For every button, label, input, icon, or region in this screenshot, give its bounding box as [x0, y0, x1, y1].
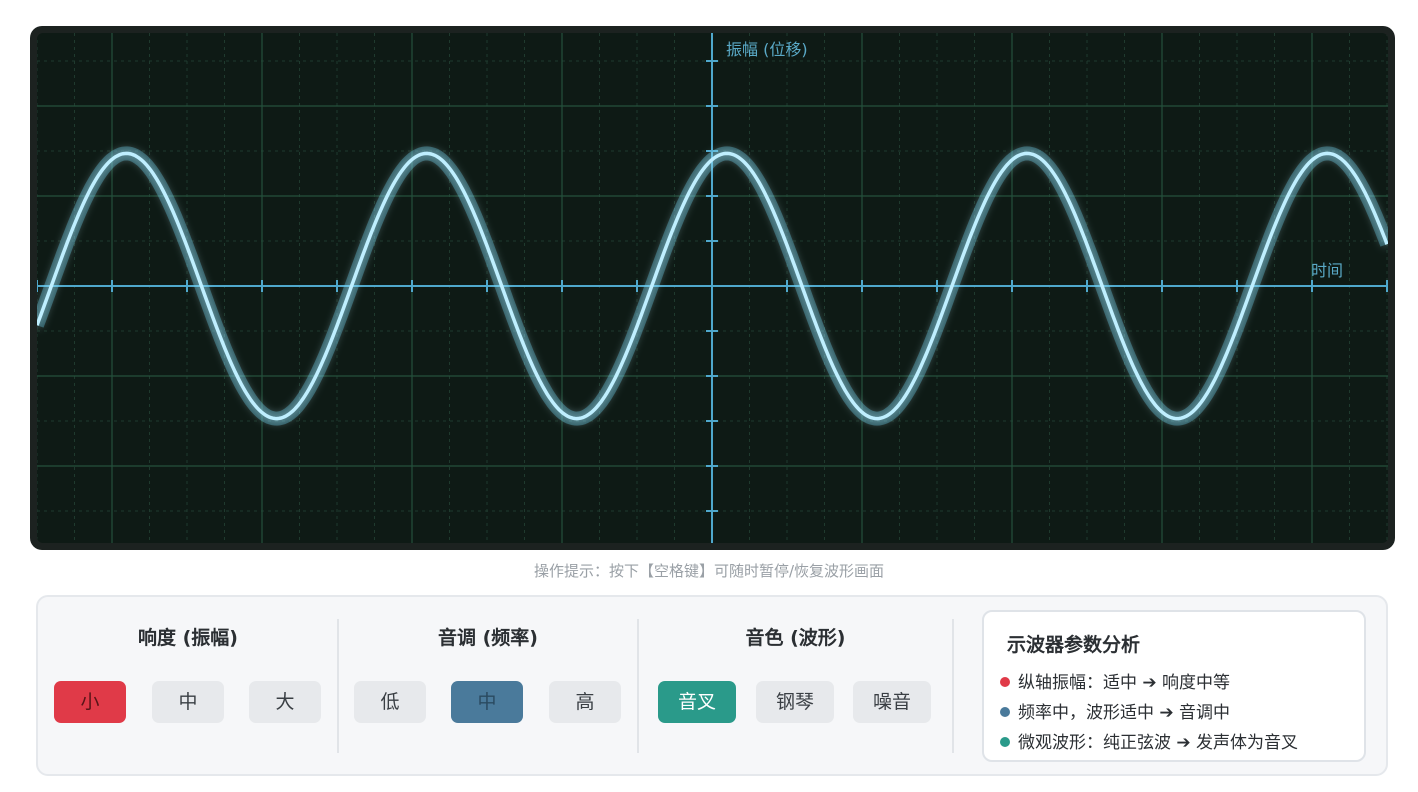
waveform-display — [37, 33, 1388, 543]
status-dot — [1000, 737, 1010, 747]
analysis-card: 示波器参数分析 纵轴振幅：适中 ➔ 响度中等 频率中，波形适中 ➔ 音调中 微观… — [982, 610, 1366, 762]
pitch-medium-button[interactable]: 中 — [451, 681, 523, 723]
analysis-title: 示波器参数分析 — [1007, 634, 1141, 656]
timbre-tuning-fork-button[interactable]: 音叉 — [658, 681, 736, 723]
pitch-group: 音调 (频率) 低 中 高 — [338, 597, 638, 774]
timbre-noise-button[interactable]: 噪音 — [853, 681, 931, 723]
divider — [952, 619, 954, 753]
analysis-item-amplitude: 纵轴振幅：适中 ➔ 响度中等 — [1000, 668, 1230, 693]
loudness-small-button[interactable]: 小 — [54, 681, 126, 723]
operation-hint: 操作提示：按下【空格键】可随时暂停/恢复波形画面 — [533, 562, 885, 580]
timbre-title: 音色 (波形) — [745, 627, 846, 649]
loudness-title: 响度 (振幅) — [138, 627, 238, 649]
oscilloscope-screen: 振幅 (位移) 时间 — [37, 33, 1388, 543]
pitch-title: 音调 (频率) — [438, 627, 538, 649]
oscilloscope: 振幅 (位移) 时间 — [30, 26, 1395, 550]
x-axis-label: 时间 — [1311, 261, 1344, 280]
pitch-high-button[interactable]: 高 — [549, 681, 621, 723]
pitch-low-button[interactable]: 低 — [354, 681, 426, 723]
status-dot — [1000, 677, 1010, 687]
analysis-item-waveform: 微观波形：纯正弦波 ➔ 发声体为音叉 — [1000, 728, 1298, 753]
loudness-medium-button[interactable]: 中 — [152, 681, 224, 723]
analysis-item-frequency: 频率中，波形适中 ➔ 音调中 — [1000, 698, 1230, 723]
y-axis-label: 振幅 (位移) — [726, 40, 808, 59]
loudness-group: 响度 (振幅) 小 中 大 — [38, 597, 338, 774]
loudness-large-button[interactable]: 大 — [249, 681, 321, 723]
status-dot — [1000, 707, 1010, 717]
control-panel: 响度 (振幅) 小 中 大 音调 (频率) 低 中 高 音色 (波形) 音叉 钢… — [36, 595, 1388, 776]
timbre-piano-button[interactable]: 钢琴 — [756, 681, 834, 723]
timbre-group: 音色 (波形) 音叉 钢琴 噪音 — [638, 597, 953, 774]
